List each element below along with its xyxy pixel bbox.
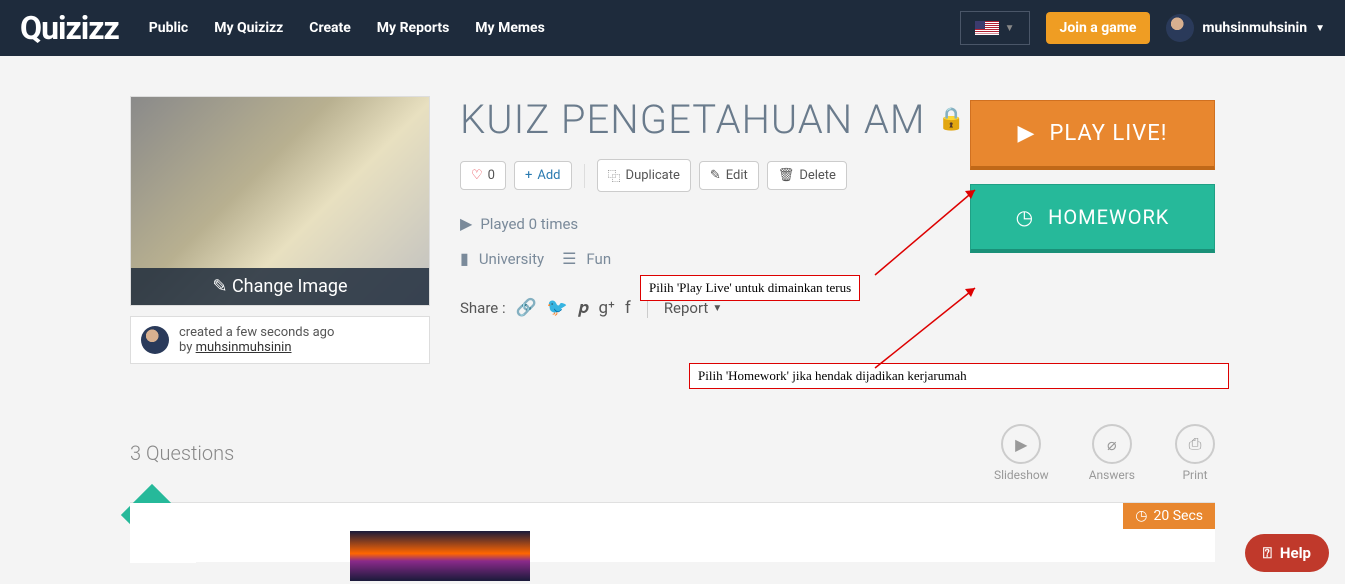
top-nav: Quizizz Public My Quizizz Create My Repo… <box>0 0 1345 56</box>
user-menu[interactable]: muhsinmuhsinin ▼ <box>1166 14 1325 42</box>
eye-off-icon: ⌀ <box>1107 435 1117 454</box>
created-time-label: created a few seconds ago <box>179 325 334 340</box>
print-button[interactable]: ⎙ Print <box>1175 424 1215 482</box>
nav-public[interactable]: Public <box>149 20 188 36</box>
slideshow-label: Slideshow <box>994 468 1049 482</box>
username-label: muhsinmuhsinin <box>1202 20 1307 36</box>
list-icon: ☰ <box>562 249 576 268</box>
like-count: 0 <box>488 168 495 183</box>
heart-icon: ♡ <box>471 168 483 183</box>
join-game-button[interactable]: Join a game <box>1046 12 1151 44</box>
chevron-down-icon: ▼ <box>712 303 722 314</box>
nav-my-reports[interactable]: My Reports <box>377 20 450 36</box>
question-card: ◷ 20 Secs <box>130 502 1215 562</box>
print-label: Print <box>1182 468 1207 482</box>
facebook-icon[interactable]: f <box>625 298 631 318</box>
divider <box>584 164 585 188</box>
link-icon[interactable]: 🔗 <box>516 298 537 318</box>
category-label: Fun <box>586 250 611 268</box>
level-label: University <box>479 250 544 268</box>
share-label: Share : <box>460 299 506 317</box>
help-label: Help <box>1280 544 1311 562</box>
change-image-label: Change Image <box>232 276 348 297</box>
nav-my-memes[interactable]: My Memes <box>475 20 544 36</box>
logo[interactable]: Quizizz <box>20 9 119 47</box>
change-image-button[interactable]: ✎ Change Image <box>131 268 429 305</box>
report-link[interactable]: Report ▼ <box>664 299 722 317</box>
lock-icon: 🔒 <box>938 107 966 132</box>
divider <box>647 298 648 318</box>
play-live-button[interactable]: ▶ PLAY LIVE! <box>970 100 1215 170</box>
language-selector[interactable]: ▼ <box>960 11 1030 45</box>
pinterest-icon[interactable]: 𝒑 <box>578 298 589 318</box>
trash-icon: 🗑 <box>778 168 795 183</box>
clock-icon: ◷ <box>1016 205 1034 229</box>
duplicate-label: Duplicate <box>626 168 680 183</box>
nav-menu: Public My Quizizz Create My Reports My M… <box>149 20 545 36</box>
edit-icon: ✎ <box>212 276 227 297</box>
quiz-cover-image: ✎ Change Image <box>130 96 430 306</box>
edit-icon: ✎ <box>710 168 721 183</box>
play-icon: ▶ <box>1018 121 1036 146</box>
creator-avatar <box>141 326 169 354</box>
played-count: Played 0 times <box>480 215 578 233</box>
creator-info: created a few seconds ago by muhsinmuhsi… <box>130 316 430 364</box>
annotation-homework: Pilih 'Homework' jika hendak dijadikan k… <box>689 363 1229 389</box>
edit-label: Edit <box>726 168 748 183</box>
chevron-down-icon: ▼ <box>1315 23 1325 34</box>
chevron-down-icon: ▼ <box>1005 23 1015 34</box>
annotation-play-live: Pilih 'Play Live' untuk dimainkan terus <box>640 275 860 301</box>
nav-create[interactable]: Create <box>309 20 351 36</box>
by-label: by <box>179 340 196 355</box>
clock-icon: ◷ <box>1135 508 1147 524</box>
nav-my-quizizz[interactable]: My Quizizz <box>214 20 283 36</box>
play-live-label: PLAY LIVE! <box>1049 121 1167 146</box>
slideshow-button[interactable]: ▶ Slideshow <box>994 424 1049 482</box>
print-icon: ⎙ <box>1189 434 1202 454</box>
flag-us-icon <box>975 21 999 35</box>
delete-label: Delete <box>799 168 836 183</box>
add-button[interactable]: + Add <box>514 161 572 190</box>
plus-icon: + <box>525 168 532 183</box>
help-icon: ⍰ <box>1263 544 1272 562</box>
answers-label: Answers <box>1089 468 1135 482</box>
add-label: Add <box>537 168 560 183</box>
twitter-icon[interactable]: 🐦 <box>547 298 568 318</box>
delete-button[interactable]: 🗑 Delete <box>767 161 847 190</box>
google-plus-icon[interactable]: g⁺ <box>599 298 615 318</box>
time-label: 20 Secs <box>1154 508 1204 524</box>
help-button[interactable]: ⍰ Help <box>1245 534 1329 572</box>
question-image-thumb <box>350 531 530 581</box>
play-icon: ▶ <box>1015 435 1027 454</box>
book-icon: ▮ <box>460 249 469 268</box>
copy-icon: ⿻ <box>608 166 621 185</box>
play-icon: ▶ <box>460 214 472 233</box>
edit-button[interactable]: ✎ Edit <box>699 161 759 190</box>
quiz-title-text: KUIZ PENGETAHUAN AM <box>460 96 926 143</box>
question-count: 3 Questions <box>130 441 234 465</box>
homework-button[interactable]: ◷ HOMEWORK <box>970 184 1215 253</box>
homework-label: HOMEWORK <box>1048 205 1169 229</box>
avatar <box>1166 14 1194 42</box>
author-link[interactable]: muhsinmuhsinin <box>196 340 292 355</box>
answers-button[interactable]: ⌀ Answers <box>1089 424 1135 482</box>
like-button[interactable]: ♡0 <box>460 161 506 190</box>
duplicate-button[interactable]: ⿻ Duplicate <box>597 159 691 192</box>
report-label: Report <box>664 299 709 317</box>
time-badge: ◷ 20 Secs <box>1123 503 1215 529</box>
